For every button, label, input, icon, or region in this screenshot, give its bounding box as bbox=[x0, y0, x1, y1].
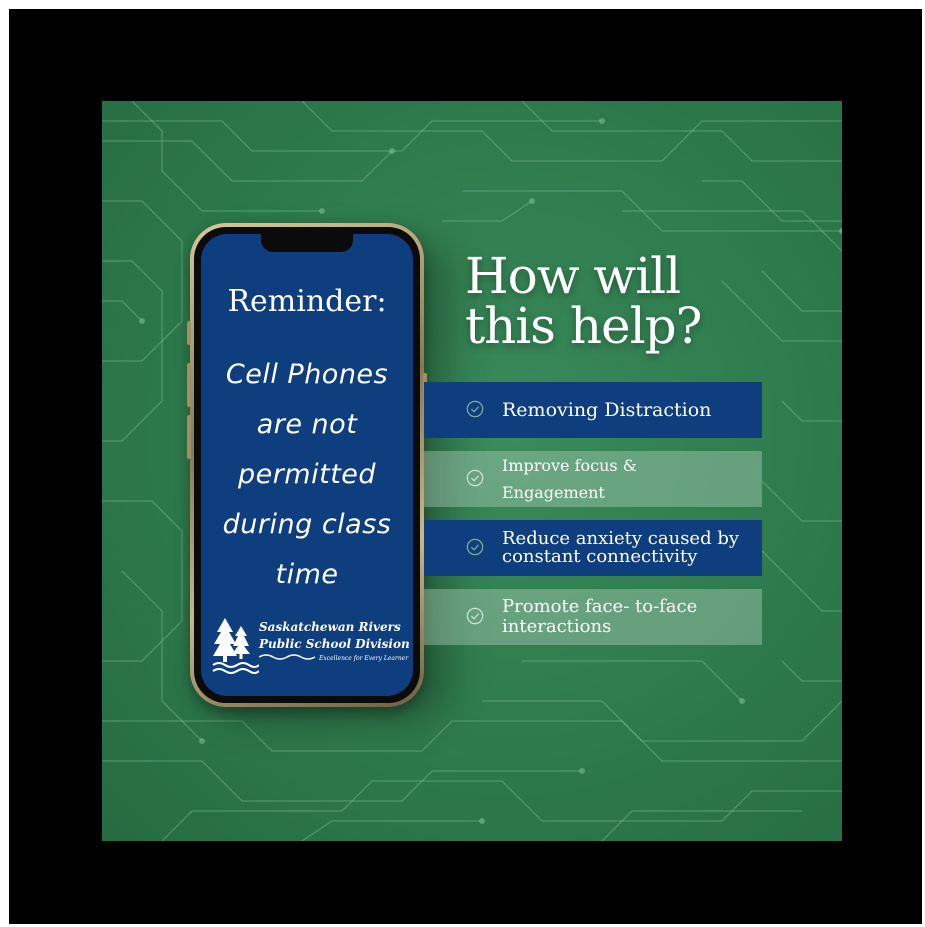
reminder-title: Reminder: bbox=[227, 284, 387, 319]
benefit-label: Reduce anxiety caused by constant connec… bbox=[502, 528, 740, 567]
logo-wave-icon bbox=[259, 654, 316, 660]
headline: How will this help? bbox=[465, 247, 702, 355]
logo-name-line1: Saskatchewan Rivers bbox=[259, 620, 401, 634]
benefit-item: Promote face- to-face interactions bbox=[424, 589, 762, 645]
phone-side-button bbox=[187, 321, 191, 345]
check-circle-icon bbox=[466, 400, 484, 418]
check-circle-icon bbox=[466, 607, 484, 625]
check-circle-icon bbox=[466, 469, 484, 487]
message-line: during class bbox=[222, 509, 392, 540]
logo-name-line2: Public School Division bbox=[259, 637, 410, 651]
benefit-label: Improve focus & Engagement bbox=[502, 456, 637, 502]
benefit-item: Removing Distraction bbox=[424, 382, 762, 438]
message-line: permitted bbox=[237, 459, 377, 490]
headline-line1: How will bbox=[465, 247, 681, 305]
phone-screen: Reminder: Cell Phones are not permitted … bbox=[201, 234, 413, 696]
poster: Reminder: Cell Phones are not permitted … bbox=[102, 101, 842, 841]
message-line: Cell Phones bbox=[225, 359, 389, 390]
benefit-item: Reduce anxiety caused by constant connec… bbox=[424, 520, 762, 576]
benefit-item: Improve focus & Engagement bbox=[424, 451, 762, 507]
smartphone: Reminder: Cell Phones are not permitted … bbox=[187, 223, 427, 707]
phone-notch bbox=[261, 234, 353, 252]
phone-side-button bbox=[187, 363, 191, 407]
message-line: time bbox=[275, 559, 339, 590]
phone-bezel: Reminder: Cell Phones are not permitted … bbox=[194, 227, 420, 703]
message-line: are not bbox=[256, 409, 358, 440]
reminder-message: Cell Phones are not permitted during cla… bbox=[201, 350, 413, 600]
benefit-label: Promote face- to-face interactions bbox=[502, 596, 698, 637]
pine-trees-river-logo-icon bbox=[212, 618, 259, 674]
logo-tagline: Excellence for Every Learner bbox=[319, 655, 409, 662]
school-division-logo: Saskatchewan Rivers Public School Divisi… bbox=[211, 614, 413, 674]
phone-side-button bbox=[187, 415, 191, 459]
headline-line2: this help? bbox=[465, 297, 702, 355]
check-circle-icon bbox=[466, 538, 484, 556]
benefit-label: Removing Distraction bbox=[502, 398, 712, 421]
